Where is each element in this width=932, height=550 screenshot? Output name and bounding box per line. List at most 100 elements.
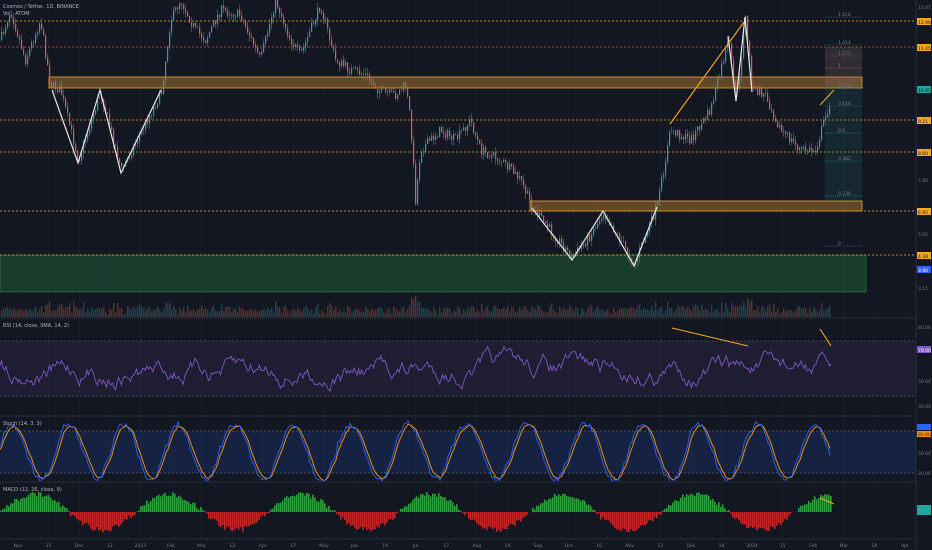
candle-body (485, 147, 487, 153)
macd-bar (178, 495, 180, 512)
volume-bar (757, 306, 759, 317)
price-axis-background (916, 0, 932, 550)
volume-bar (407, 308, 409, 317)
volume-bar (663, 313, 665, 317)
macd-bar (210, 512, 212, 520)
candle-body (275, 0, 277, 13)
macd-bar (276, 503, 278, 512)
volume-bar (7, 307, 9, 317)
candle-body (201, 33, 203, 39)
macd-bar (768, 512, 770, 531)
volume-bar (555, 312, 557, 317)
candle-body (443, 132, 445, 134)
volume-bar (181, 310, 183, 317)
candle-body (55, 82, 57, 90)
candle-body (237, 9, 239, 17)
macd-bar (628, 512, 630, 533)
macd-bar (408, 503, 410, 512)
volume-bar (209, 312, 211, 317)
volume-bar (453, 311, 455, 317)
macd-bar (734, 512, 736, 520)
macd-bar (774, 512, 776, 529)
volume-bar (143, 308, 145, 317)
volume-bar (115, 312, 117, 317)
macd-bar (0, 510, 2, 512)
macd-bar (268, 512, 270, 514)
macd-bar (552, 497, 554, 512)
volume-bar (683, 306, 685, 317)
candle-body (395, 92, 397, 99)
volume-bar (751, 299, 753, 317)
candle-body (759, 88, 761, 96)
candle-body (501, 161, 503, 163)
macd-bar (296, 494, 298, 512)
macd-bar (696, 492, 698, 512)
volume-bar (559, 306, 561, 317)
macd-bar (514, 512, 516, 527)
macd-bar (2, 509, 4, 512)
candle-body (415, 164, 417, 205)
candle-body (439, 126, 441, 138)
macd-bar (194, 502, 196, 512)
candle-body (381, 87, 383, 92)
macd-bar (332, 510, 334, 512)
macd-bar (692, 494, 694, 512)
volume-bar (311, 309, 313, 317)
candle-body (347, 62, 349, 72)
macd-bar (326, 507, 328, 512)
macd-bar (196, 508, 198, 512)
candle-body (427, 138, 429, 145)
macd-bar (264, 512, 266, 517)
candle-body (799, 147, 801, 151)
time-tick: Jun (350, 543, 358, 549)
candle-body (359, 69, 361, 75)
volume-bar (537, 305, 539, 317)
volume-bar (41, 306, 43, 317)
volume-bar (361, 311, 363, 317)
macd-bar (20, 498, 22, 512)
volume-bar (263, 309, 265, 317)
macd-bar (36, 496, 38, 512)
candle-body (23, 48, 25, 54)
volume-bar (687, 306, 689, 317)
macd-bar (138, 510, 140, 512)
macd-bar (284, 497, 286, 512)
macd-bar (536, 505, 538, 512)
volume-bar (123, 314, 125, 317)
candle-body (403, 82, 405, 91)
candle-body (301, 49, 303, 51)
candle-body (725, 48, 727, 62)
candle-body (521, 176, 523, 181)
candle-body (367, 73, 369, 75)
volume-bar (385, 313, 387, 317)
price-badge-orange: 4.38 (917, 252, 931, 260)
candle-body (677, 130, 679, 136)
volume-bar (803, 307, 805, 317)
volume-bar (367, 308, 369, 317)
volume-bar (5, 307, 7, 317)
candle-body (335, 49, 337, 60)
volume-bar (17, 310, 19, 317)
volume-bar (195, 311, 197, 317)
candle-body (253, 37, 255, 45)
macd-axis[interactable] (917, 505, 931, 515)
candle-body (345, 62, 347, 66)
candle-body (327, 19, 329, 29)
volume-bar (191, 311, 193, 317)
candle-body (433, 135, 435, 140)
macd-bar (328, 505, 330, 512)
candle-body (391, 89, 393, 91)
volume-bar (487, 305, 489, 317)
volume-bar (691, 311, 693, 317)
volume-bar (545, 312, 547, 317)
volume-bar (51, 310, 53, 317)
macd-bar (562, 493, 564, 512)
macd-bar (144, 505, 146, 512)
macd-bar (140, 506, 142, 512)
volume-bar (109, 308, 111, 317)
volume-bar (527, 310, 529, 317)
candle-body (267, 33, 269, 37)
macd-bar (438, 493, 440, 512)
volume-bar (301, 311, 303, 317)
volume-bar (513, 308, 515, 317)
